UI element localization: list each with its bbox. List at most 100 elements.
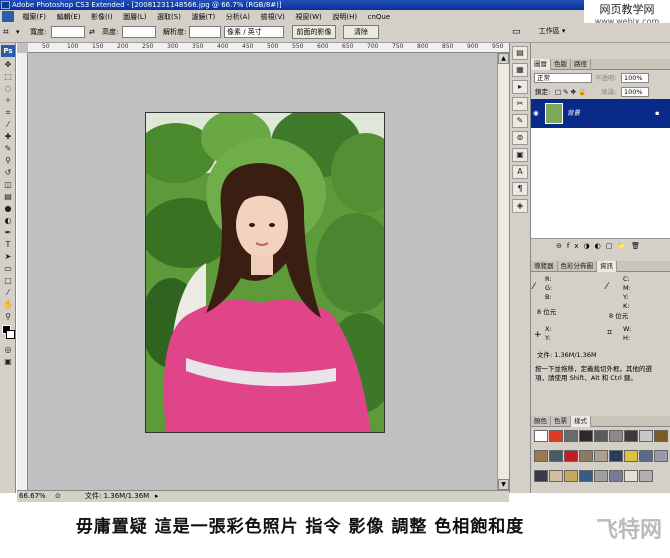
style-swatch[interactable]: [564, 450, 578, 462]
style-swatch[interactable]: [624, 450, 638, 462]
lasso-tool-icon[interactable]: ◌: [2, 83, 14, 94]
fill-input[interactable]: 100%: [621, 87, 649, 97]
workspace-menu[interactable]: 工作區 ▾: [532, 25, 572, 39]
layer-row-background[interactable]: ◉ 背景 ▪: [531, 99, 670, 128]
dock-layers-icon[interactable]: ▤: [512, 46, 528, 60]
zoom-tool-icon[interactable]: ⚲: [2, 311, 14, 322]
style-swatch[interactable]: [624, 470, 638, 482]
resolution-unit-select[interactable]: 像素 / 英寸: [224, 26, 284, 38]
pen-tool-icon[interactable]: ✒: [2, 227, 14, 238]
style-swatch[interactable]: [609, 470, 623, 482]
style-swatch[interactable]: [579, 450, 593, 462]
ruler-tick-label: 600: [317, 43, 329, 50]
tool-preset-arrow-icon[interactable]: ▾: [16, 27, 20, 38]
ruler-tick-label: 650: [342, 43, 354, 50]
marquee-tool-icon[interactable]: ⬚: [2, 71, 14, 82]
eraser-tool-icon[interactable]: ◫: [2, 179, 14, 190]
crop-tool-icon[interactable]: ⌗: [3, 27, 9, 38]
healing-brush-icon[interactable]: ✚: [2, 131, 14, 142]
history-brush-icon[interactable]: ↺: [2, 167, 14, 178]
status-menu-icon[interactable]: ⊙: [55, 491, 61, 502]
style-swatch[interactable]: [609, 450, 623, 462]
style-swatch[interactable]: [564, 430, 578, 442]
lock-icons[interactable]: □✎✥🔒: [555, 88, 588, 96]
height-input[interactable]: [122, 26, 156, 38]
dock-layer-comps-icon[interactable]: ▣: [512, 148, 528, 162]
screen-mode-icon[interactable]: ▣: [2, 356, 14, 367]
clone-stamp-icon[interactable]: ⚲: [2, 155, 14, 166]
eyedropper-tool-icon[interactable]: ⁄: [2, 119, 14, 130]
style-swatch[interactable]: [579, 470, 593, 482]
path-select-icon[interactable]: ➤: [2, 251, 14, 262]
clear-button[interactable]: 清除: [343, 25, 379, 39]
tab-swatches[interactable]: 色票: [551, 416, 571, 427]
eyedropper-tool-icon-2[interactable]: ⁄: [2, 287, 14, 298]
tab-histogram[interactable]: 色彩分佈圖: [558, 261, 597, 272]
layers-footer-icons[interactable]: ⊝fx◑◐▢📁🗑: [531, 238, 670, 252]
style-swatch[interactable]: [594, 450, 608, 462]
dock-clone-source-icon[interactable]: ⊚: [512, 131, 528, 145]
photo-canvas[interactable]: [145, 112, 385, 433]
dock-channels-icon[interactable]: ◈: [512, 199, 528, 213]
style-swatch[interactable]: [654, 430, 668, 442]
color-swatches[interactable]: [2, 323, 15, 343]
shape-tool-icon[interactable]: ▭: [2, 263, 14, 274]
background-color[interactable]: [6, 330, 15, 339]
style-swatch[interactable]: [534, 450, 548, 462]
style-swatch[interactable]: [549, 450, 563, 462]
tab-paths[interactable]: 路徑: [571, 59, 591, 70]
gradient-tool-icon[interactable]: ▤: [2, 191, 14, 202]
dodge-tool-icon[interactable]: ◐: [2, 215, 14, 226]
style-swatch[interactable]: [534, 470, 548, 482]
tab-info[interactable]: 資訊: [597, 261, 617, 272]
blend-mode-select[interactable]: 正常: [534, 73, 592, 83]
style-swatch[interactable]: [579, 430, 593, 442]
dock-tool-presets-icon[interactable]: ✂: [512, 97, 528, 111]
tab-styles[interactable]: 樣式: [571, 416, 591, 427]
dock-history-icon[interactable]: ▦: [512, 63, 528, 77]
tab-layers[interactable]: 圖層: [531, 59, 551, 70]
type-tool-icon[interactable]: T: [2, 239, 14, 250]
ruler-tick-label: 500: [267, 43, 279, 50]
magic-wand-tool-icon[interactable]: ✧: [2, 95, 14, 106]
status-arrow-icon[interactable]: ▸: [155, 491, 159, 502]
front-image-button[interactable]: 前面的影像: [292, 25, 336, 39]
style-swatch[interactable]: [594, 470, 608, 482]
scroll-down-arrow-icon[interactable]: ▼: [498, 479, 509, 490]
dock-actions-icon[interactable]: ▸: [512, 80, 528, 94]
hand-tool-icon[interactable]: ✋: [2, 299, 14, 310]
style-swatch[interactable]: [639, 430, 653, 442]
tab-channels[interactable]: 色版: [551, 59, 571, 70]
resolution-input[interactable]: [189, 26, 221, 38]
tab-navigator[interactable]: 導覽器: [531, 261, 558, 272]
scroll-up-arrow-icon[interactable]: ▲: [498, 53, 509, 64]
move-tool-icon[interactable]: ✥: [2, 59, 14, 70]
style-swatch[interactable]: [549, 470, 563, 482]
style-swatch[interactable]: [609, 430, 623, 442]
zoom-level[interactable]: 66.67%: [19, 491, 46, 502]
crop-tool-icon[interactable]: ⌗: [2, 107, 14, 118]
brush-tool-icon[interactable]: ✎: [2, 143, 14, 154]
layer-visibility-eye-icon[interactable]: ◉: [533, 109, 539, 117]
blur-tool-icon[interactable]: ●: [2, 203, 14, 214]
notes-tool-icon[interactable]: ▢: [2, 275, 14, 286]
quick-mask-icon[interactable]: ◎: [2, 344, 14, 355]
width-input[interactable]: [51, 26, 85, 38]
dock-character-icon[interactable]: A: [512, 165, 528, 179]
vertical-scrollbar[interactable]: ▲ ▼: [497, 53, 509, 490]
opacity-input[interactable]: 100%: [621, 73, 649, 83]
menu-bar: 檔案(F) 編輯(E) 影像(I) 圖層(L) 選取(S) 濾鏡(T) 分析(A…: [0, 10, 584, 23]
palette-well-icon[interactable]: ▭: [512, 27, 521, 38]
style-swatch[interactable]: [549, 430, 563, 442]
style-swatch[interactable]: [639, 470, 653, 482]
style-swatch[interactable]: [594, 430, 608, 442]
style-swatch[interactable]: [654, 450, 668, 462]
style-swatch[interactable]: [639, 450, 653, 462]
tab-color[interactable]: 顏色: [531, 416, 551, 427]
dock-paragraph-icon[interactable]: ¶: [512, 182, 528, 196]
style-swatch[interactable]: [624, 430, 638, 442]
style-swatch[interactable]: [534, 430, 548, 442]
swap-dimensions-icon[interactable]: ⇄: [89, 27, 95, 38]
dock-brushes-icon[interactable]: ✎: [512, 114, 528, 128]
style-swatch[interactable]: [564, 470, 578, 482]
